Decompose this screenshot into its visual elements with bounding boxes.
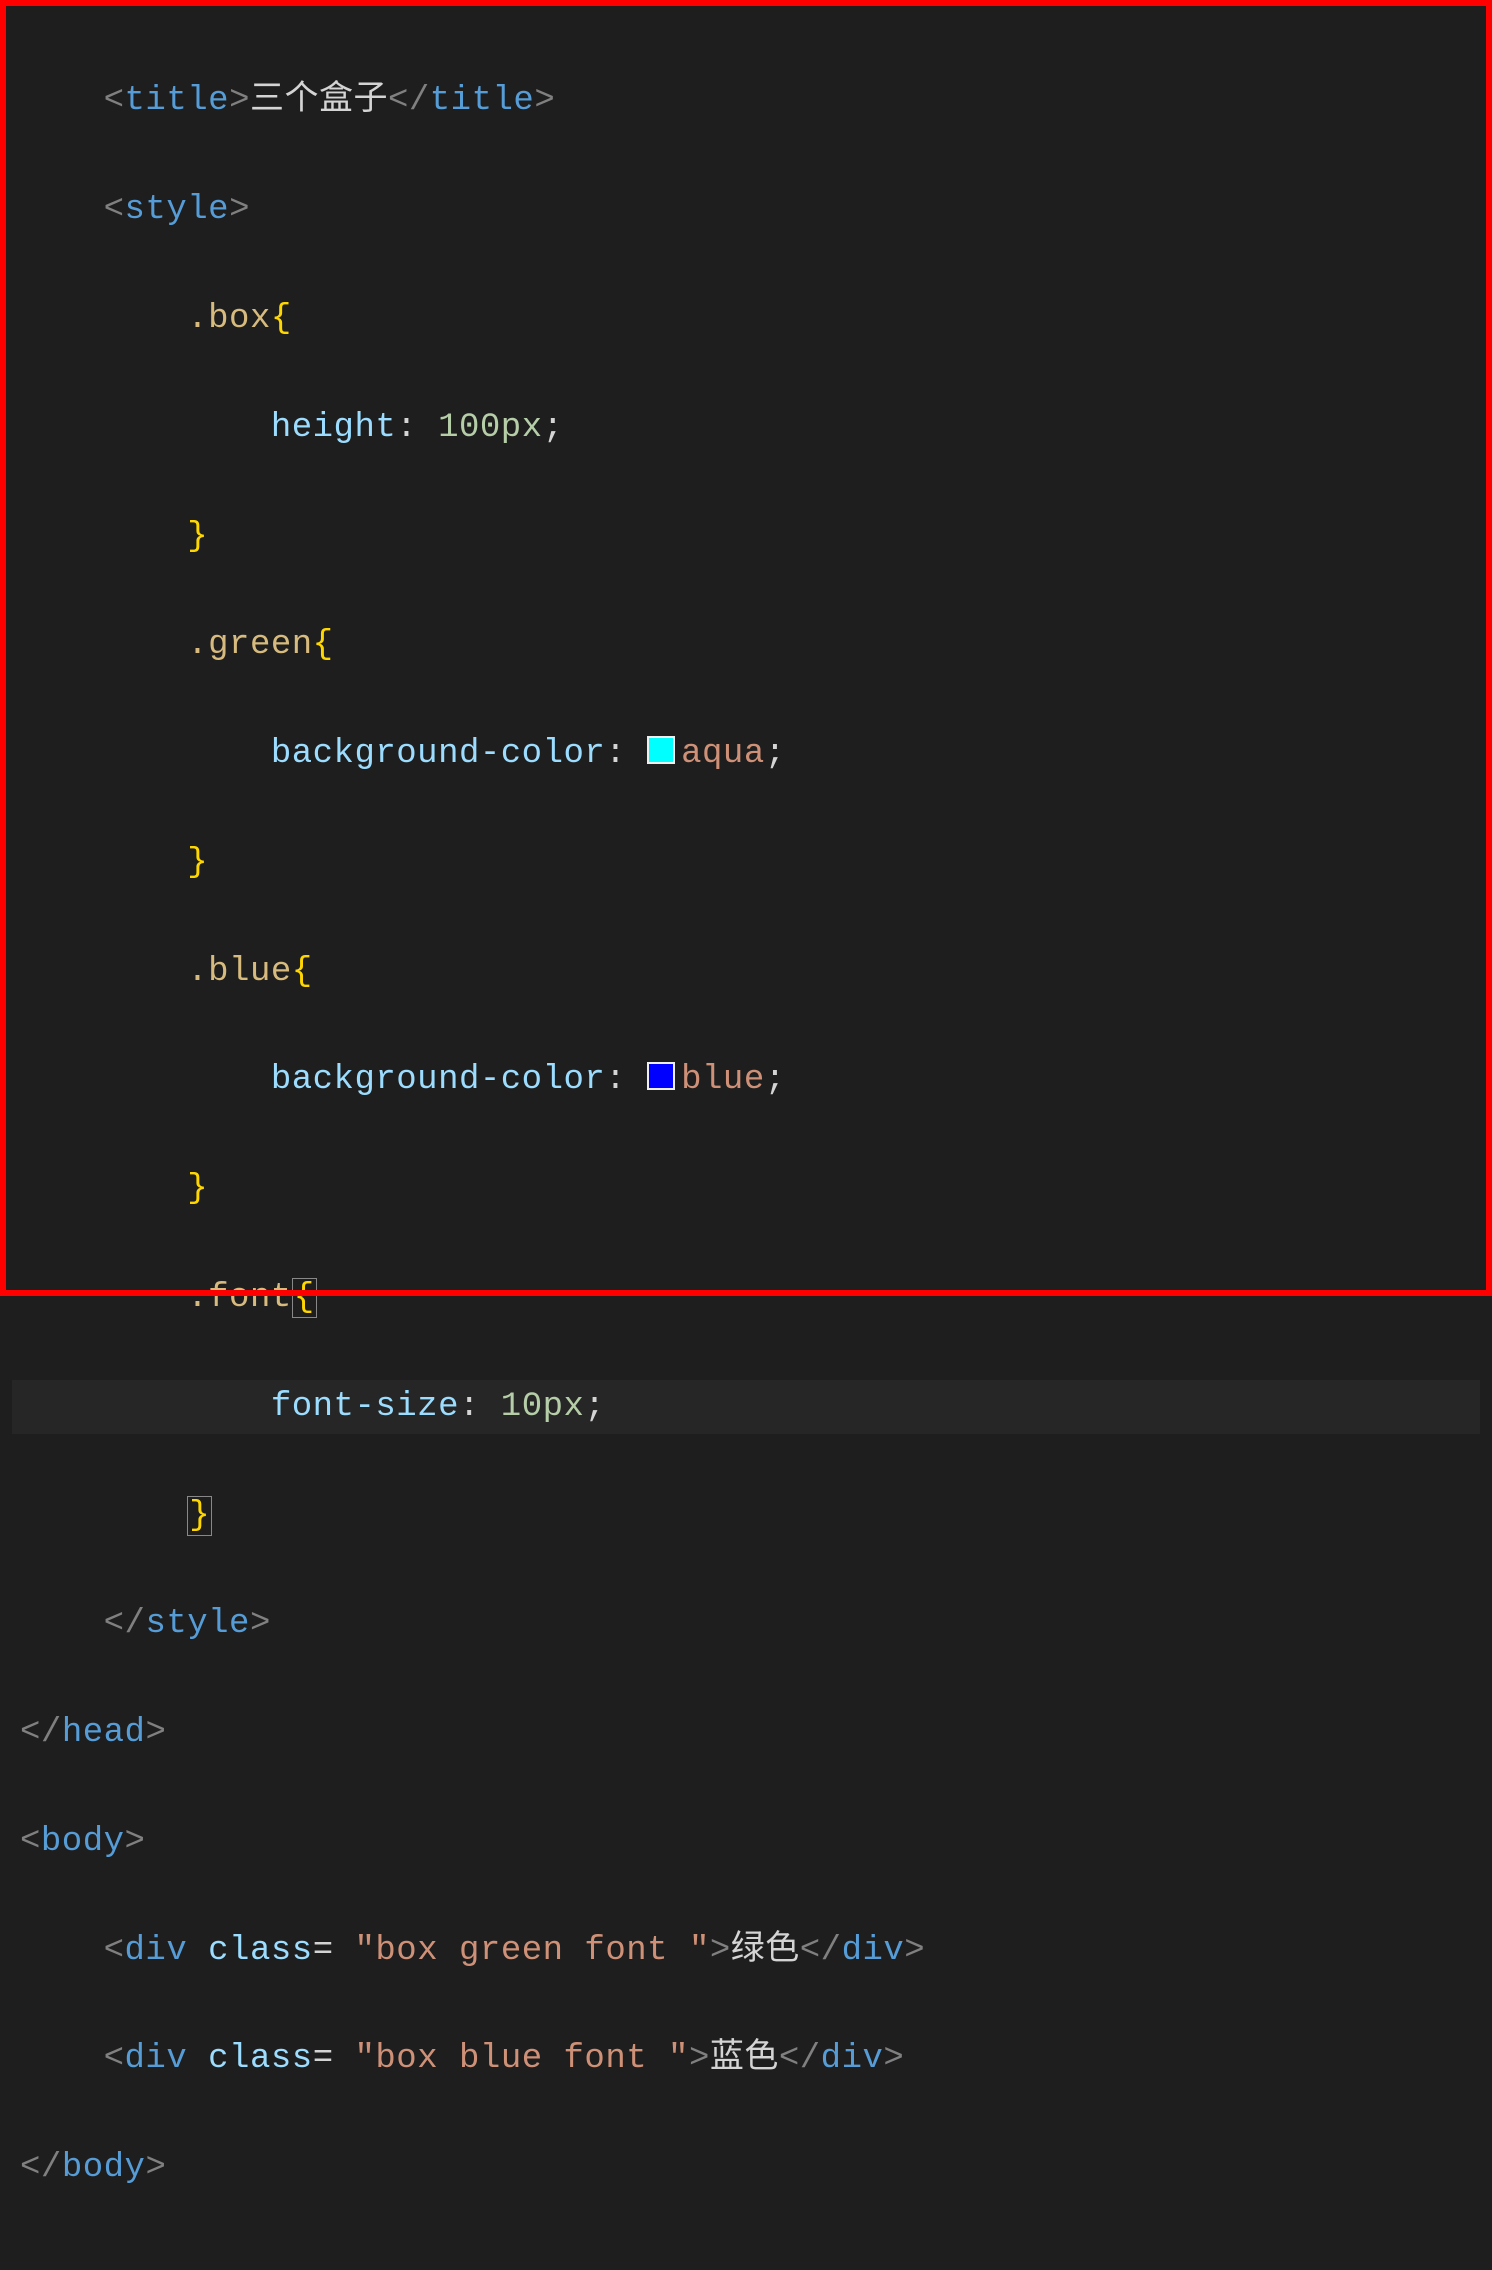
code-line[interactable]: height: 100px;: [12, 401, 1480, 455]
selector-font: .font: [187, 1279, 292, 1317]
prop-bg: background-color: [271, 735, 605, 773]
brace-open-matched: {: [292, 1278, 317, 1318]
angle-bracket: >: [250, 1605, 271, 1643]
code-line[interactable]: .font{: [12, 1271, 1480, 1325]
semicolon: ;: [765, 735, 786, 773]
angle-bracket: <: [104, 191, 125, 229]
angle-bracket: >: [125, 1823, 146, 1861]
brace-close-matched: }: [187, 1496, 212, 1536]
angle-bracket: </: [388, 82, 430, 120]
prop-bg: background-color: [271, 1061, 605, 1099]
angle-bracket: >: [710, 1932, 731, 1970]
angle-bracket: <: [104, 2040, 125, 2078]
class-value-1: "box green font ": [355, 1932, 710, 1970]
value-10px: 10px: [501, 1388, 585, 1426]
angle-bracket: </: [779, 2040, 821, 2078]
code-line[interactable]: <body>: [12, 1815, 1480, 1869]
angle-bracket: <: [104, 1932, 125, 1970]
code-editor[interactable]: <title>三个盒子</title> <style> .box{ height…: [0, 0, 1492, 2270]
value-100px: 100px: [438, 409, 543, 447]
code-line[interactable]: background-color: aqua;: [12, 727, 1480, 781]
semicolon: ;: [765, 1061, 786, 1099]
selector-blue: .blue: [187, 953, 292, 991]
brace-close: }: [187, 1170, 208, 1208]
brace-open: {: [271, 300, 292, 338]
angle-bracket: </: [20, 2149, 62, 2187]
colon: :: [605, 735, 626, 773]
code-line[interactable]: </body>: [12, 2141, 1480, 2195]
semicolon: ;: [584, 1388, 605, 1426]
value-blue: blue: [681, 1061, 765, 1099]
semicolon: ;: [543, 409, 564, 447]
code-line[interactable]: .blue{: [12, 945, 1480, 999]
color-swatch-blue-icon[interactable]: [647, 1062, 675, 1090]
equals: =: [313, 2040, 334, 2078]
code-line[interactable]: }: [12, 836, 1480, 890]
angle-bracket: >: [145, 2149, 166, 2187]
tag-style: style: [125, 191, 230, 229]
tag-style-close: style: [145, 1605, 250, 1643]
colon: :: [396, 409, 417, 447]
equals: =: [313, 1932, 334, 1970]
title-text: 三个盒子: [250, 82, 388, 120]
tag-title-close: title: [430, 82, 535, 120]
brace-open: {: [292, 953, 313, 991]
color-swatch-aqua-icon[interactable]: [647, 736, 675, 764]
tag-div: div: [125, 2040, 188, 2078]
tag-div: div: [125, 1932, 188, 1970]
code-line[interactable]: .box{: [12, 292, 1480, 346]
code-line[interactable]: .green{: [12, 618, 1480, 672]
colon: :: [459, 1388, 480, 1426]
div1-text: 绿色: [731, 1932, 800, 1970]
angle-bracket: >: [904, 1932, 925, 1970]
tag-title: title: [125, 82, 230, 120]
code-line[interactable]: }: [12, 510, 1480, 564]
tag-div-close: div: [821, 2040, 884, 2078]
angle-bracket: >: [534, 82, 555, 120]
prop-fontsize: font-size: [271, 1388, 459, 1426]
selector-box: .box: [187, 300, 271, 338]
div2-text: 蓝色: [710, 2040, 779, 2078]
selector-green: .green: [187, 626, 312, 664]
tag-div-close: div: [842, 1932, 905, 1970]
tag-body-close: body: [62, 2149, 146, 2187]
value-aqua: aqua: [681, 735, 765, 773]
code-line-current[interactable]: font-size: 10px;: [12, 1380, 1480, 1434]
angle-bracket: >: [689, 2040, 710, 2078]
code-line[interactable]: </head>: [12, 1706, 1480, 1760]
angle-bracket: >: [229, 82, 250, 120]
colon: :: [605, 1061, 626, 1099]
angle-bracket: <: [104, 82, 125, 120]
class-value-2: "box blue font ": [355, 2040, 689, 2078]
code-line[interactable]: </style>: [12, 1597, 1480, 1651]
angle-bracket: </: [20, 1714, 62, 1752]
brace-open: {: [313, 626, 334, 664]
tag-body: body: [41, 1823, 125, 1861]
code-line[interactable]: }: [12, 1162, 1480, 1216]
code-line[interactable]: <style>: [12, 183, 1480, 237]
angle-bracket: <: [20, 1823, 41, 1861]
code-line[interactable]: <div class= "box green font ">绿色</div>: [12, 1924, 1480, 1978]
angle-bracket: >: [145, 1714, 166, 1752]
attr-class: class: [208, 2040, 313, 2078]
code-line[interactable]: <div class= "box blue font ">蓝色</div>: [12, 2032, 1480, 2086]
code-line[interactable]: <title>三个盒子</title>: [12, 74, 1480, 128]
tag-head-close: head: [62, 1714, 146, 1752]
angle-bracket: >: [883, 2040, 904, 2078]
angle-bracket: </: [800, 1932, 842, 1970]
code-line[interactable]: background-color: blue;: [12, 1053, 1480, 1107]
code-line[interactable]: }: [12, 1489, 1480, 1543]
angle-bracket: >: [229, 191, 250, 229]
prop-height: height: [271, 409, 396, 447]
brace-close: }: [187, 518, 208, 556]
attr-class: class: [208, 1932, 313, 1970]
brace-close: }: [187, 844, 208, 882]
angle-bracket: </: [104, 1605, 146, 1643]
